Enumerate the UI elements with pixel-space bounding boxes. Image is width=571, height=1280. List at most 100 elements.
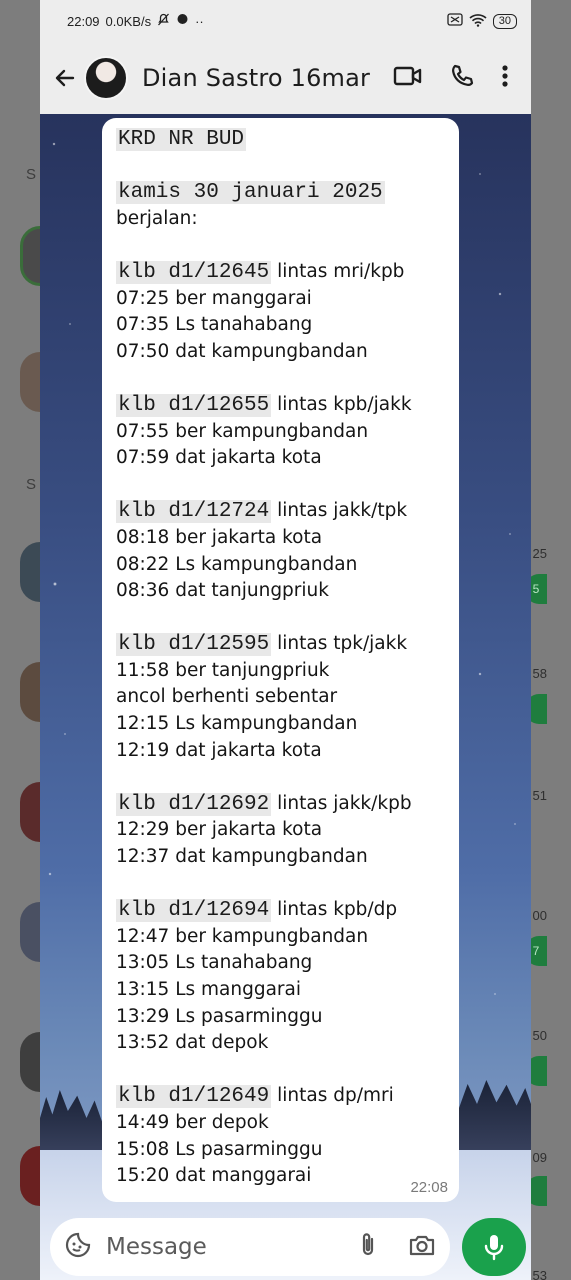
background-app-right: 25 5 58 51 00 7 50 09 53 — [525, 0, 571, 1280]
message-line: 07:59 dat jakarta kota — [116, 445, 447, 472]
more-options-button[interactable] — [501, 64, 509, 93]
chat-header: Dian Sastro 16mar — [40, 42, 531, 114]
monospace-code: klb d1/12649 — [116, 1085, 272, 1109]
message-line — [116, 605, 447, 632]
message-line: 07:25 ber manggarai — [116, 286, 447, 313]
message-line — [116, 472, 447, 499]
message-line: 13:52 dat depok — [116, 1030, 447, 1057]
microphone-icon — [484, 1235, 504, 1261]
monospace-code: klb d1/12595 — [116, 633, 272, 657]
message-line: ancol berhenti sebentar — [116, 684, 447, 711]
battery-indicator: 30 — [492, 13, 517, 29]
network-speed: 0.0KB/s — [105, 13, 152, 29]
message-text: 13:29 Ls pasarminggu — [116, 1005, 323, 1027]
message-text: 12:37 dat kampungbandan — [116, 846, 368, 868]
message-text: 07:50 dat kampungbandan — [116, 340, 368, 362]
message-line: 08:36 dat tanjungpriuk — [116, 578, 447, 605]
message-line — [116, 153, 447, 180]
message-line: klb d1/12645 lintas mri/kpb — [116, 259, 447, 286]
message-composer[interactable]: Message — [50, 1218, 450, 1276]
message-text: 15:20 dat manggarai — [116, 1165, 312, 1187]
message-text: lintas kpb/dp — [271, 899, 398, 921]
message-text: 12:15 Ls kampungbandan — [116, 713, 358, 735]
message-text: lintas tpk/jakk — [271, 633, 408, 655]
no-sim-icon — [447, 13, 463, 29]
message-line — [116, 365, 447, 392]
message-text: lintas jakk/kpb — [271, 792, 412, 814]
monospace-code: klb d1/12645 — [116, 260, 272, 284]
message-line: berjalan: — [116, 206, 447, 233]
mute-icon — [157, 13, 170, 29]
message-line — [116, 871, 447, 898]
message-text: 12:19 dat jakarta kota — [116, 739, 322, 761]
back-button[interactable] — [50, 58, 80, 98]
video-call-icon — [393, 66, 422, 85]
monospace-code: klb d1/12694 — [116, 899, 272, 923]
monospace-code: KRD NR BUD — [116, 128, 247, 151]
camera-button[interactable] — [408, 1233, 436, 1262]
message-text: 07:59 dat jakarta kota — [116, 447, 322, 469]
contact-name[interactable]: Dian Sastro 16mar — [142, 64, 370, 92]
message-line: 14:49 ber depok — [116, 1110, 447, 1137]
monospace-code: klb d1/12692 — [116, 792, 272, 816]
video-call-button[interactable] — [393, 65, 423, 92]
wifi-icon — [469, 13, 487, 30]
message-text: 08:18 ber jakarta kota — [116, 526, 323, 548]
message-input[interactable]: Message — [106, 1234, 207, 1260]
message-line: 11:58 ber tanjungpriuk — [116, 658, 447, 685]
message-line: 07:55 ber kampungbandan — [116, 419, 447, 446]
message-line: 12:29 ber jakarta kota — [116, 817, 447, 844]
message-line: klb d1/12649 lintas dp/mri — [116, 1083, 447, 1110]
paperclip-icon — [362, 1232, 374, 1255]
contact-avatar[interactable] — [84, 56, 128, 100]
message-line: klb d1/12595 lintas tpk/jakk — [116, 631, 447, 658]
bg-section-letter: S — [26, 476, 37, 493]
background-app-left: S S — [0, 0, 60, 1280]
message-text: 14:49 ber depok — [116, 1111, 269, 1133]
voice-message-button[interactable] — [462, 1218, 526, 1276]
message-text: 13:05 Ls tanahabang — [116, 952, 313, 974]
message-text: 15:08 Ls pasarminggu — [116, 1138, 323, 1160]
message-text: lintas jakk/tpk — [271, 500, 408, 522]
incoming-message-bubble[interactable]: KRD NR BUD kamis 30 januari 2025 berjalan:… — [102, 118, 459, 1202]
message-line: 13:05 Ls tanahabang — [116, 950, 447, 977]
attach-button[interactable] — [358, 1231, 378, 1264]
message-text: 07:55 ber kampungbandan — [116, 420, 369, 442]
sticker-button[interactable] — [64, 1231, 92, 1264]
voice-call-button[interactable] — [449, 63, 475, 94]
message-line: 12:15 Ls kampungbandan — [116, 711, 447, 738]
message-text: 11:58 ber tanjungpriuk — [116, 659, 330, 681]
sticker-icon — [65, 1232, 91, 1257]
message-line — [116, 232, 447, 259]
message-text: 13:15 Ls manggarai — [116, 979, 302, 1000]
status-dots: ·· — [195, 13, 204, 29]
chat-screen: 22:09 0.0KB/s ·· 30 Dian Sastro 16mar KR… — [40, 0, 531, 1280]
message-line: 12:37 dat kampungbandan — [116, 844, 447, 871]
tree-silhouette — [459, 1080, 531, 1160]
message-line: 08:18 ber jakarta kota — [116, 525, 447, 552]
message-line: 13:29 Ls pasarminggu — [116, 1004, 447, 1031]
monospace-code: kamis 30 januari 2025 — [116, 181, 385, 205]
message-text: 13:52 dat depok — [116, 1032, 269, 1054]
camera-icon — [409, 1235, 435, 1255]
message-text: berjalan: — [116, 207, 198, 229]
message-line: 15:08 Ls pasarminggu — [116, 1137, 447, 1164]
message-text: 12:47 ber kampungbandan — [116, 925, 369, 947]
message-line: 07:50 dat kampungbandan — [116, 339, 447, 366]
message-line — [116, 764, 447, 791]
arrow-left-icon — [55, 69, 75, 87]
message-text: lintas kpb/jakk — [271, 393, 412, 415]
message-line: 15:20 dat manggarai — [116, 1163, 447, 1190]
message-line — [116, 1057, 447, 1084]
message-timestamp: 22:08 — [410, 1179, 448, 1196]
message-text: 07:35 Ls tanahabang — [116, 314, 313, 336]
message-text: lintas mri/kpb — [271, 260, 405, 282]
message-text: 07:25 ber manggarai — [116, 287, 312, 309]
message-line: kamis 30 januari 2025 — [116, 179, 447, 206]
message-text: 12:29 ber jakarta kota — [116, 819, 323, 841]
message-line: klb d1/12724 lintas jakk/tpk — [116, 498, 447, 525]
message-text: lintas dp/mri — [271, 1085, 394, 1107]
bg-section-letter: S — [26, 166, 37, 183]
message-line: KRD NR BUD — [116, 126, 447, 153]
message-body: KRD NR BUD kamis 30 januari 2025 berjalan:… — [116, 126, 447, 1190]
